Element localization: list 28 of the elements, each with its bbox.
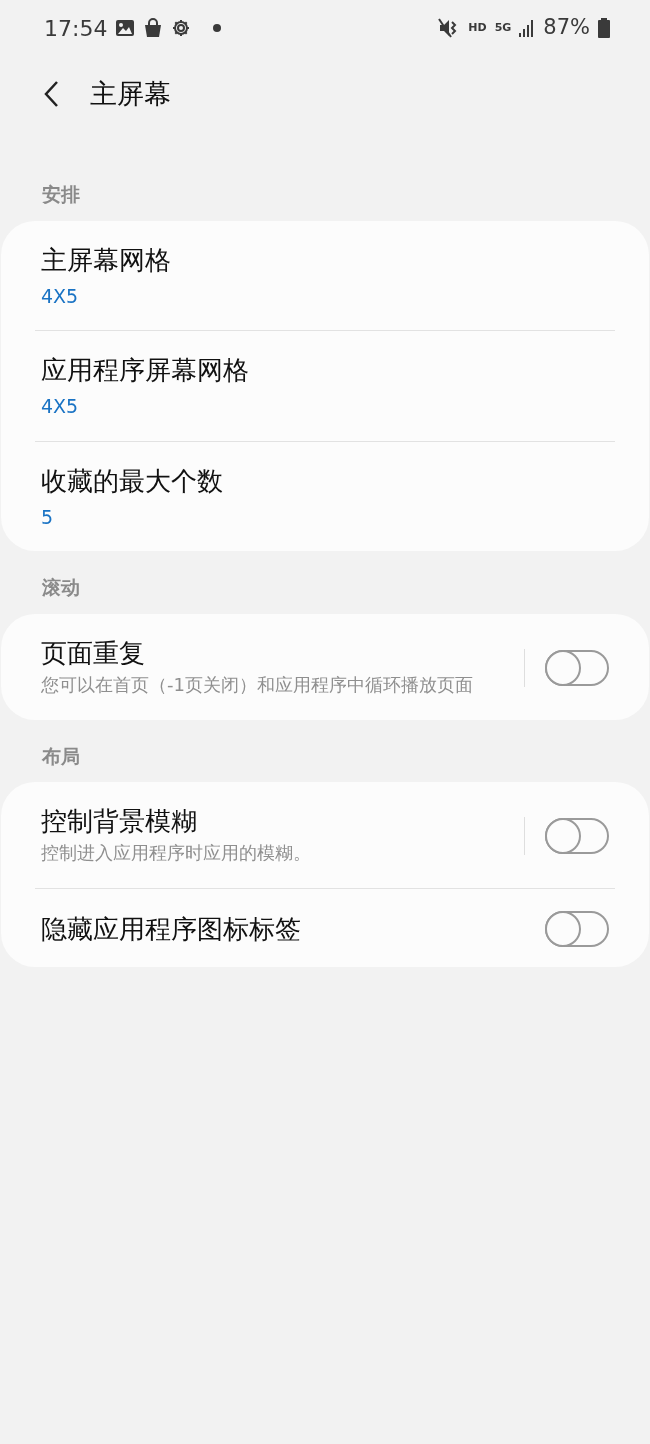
setting-title[interactable]: 应用程序屏幕网格: [41, 353, 609, 389]
setting-value: 5: [41, 504, 55, 530]
signal-icon: [519, 19, 536, 37]
setting-title[interactable]: 主屏幕网格: [41, 242, 609, 278]
network-label: HD: [468, 19, 487, 36]
image-icon: [115, 18, 136, 38]
toggle-switch[interactable]: [545, 649, 609, 686]
gear-icon: [171, 18, 192, 38]
toggle-switch[interactable]: [545, 911, 609, 948]
clock-time: 17:54: [44, 14, 108, 43]
setting-description: 您可以在首页（-1页关闭）和应用程序中循环播放页面: [41, 672, 474, 697]
setting-value: 4X5: [41, 283, 80, 309]
setting-title[interactable]: 页面重复: [41, 635, 504, 671]
setting-value: 4X5: [41, 394, 80, 420]
setting-title[interactable]: 收藏的最大个数: [41, 463, 609, 499]
section-title: 滚动: [41, 575, 81, 601]
battery-icon: [598, 18, 610, 38]
battery-percent: 87%: [543, 14, 590, 42]
network-type-label: 5G: [494, 19, 512, 36]
setting-title[interactable]: 控制背景模糊: [41, 804, 504, 840]
setting-title[interactable]: 隐藏应用程序图标标签: [41, 911, 545, 947]
section-title: 安排: [41, 182, 81, 207]
page-title: 主屏幕: [90, 76, 171, 111]
notification-dot-icon: [213, 24, 222, 32]
setting-description: 控制进入应用程序时应用的模糊。: [41, 841, 312, 866]
bag-icon: [143, 18, 164, 38]
section-title: 布局: [41, 743, 81, 769]
toggle-switch[interactable]: [545, 818, 609, 855]
